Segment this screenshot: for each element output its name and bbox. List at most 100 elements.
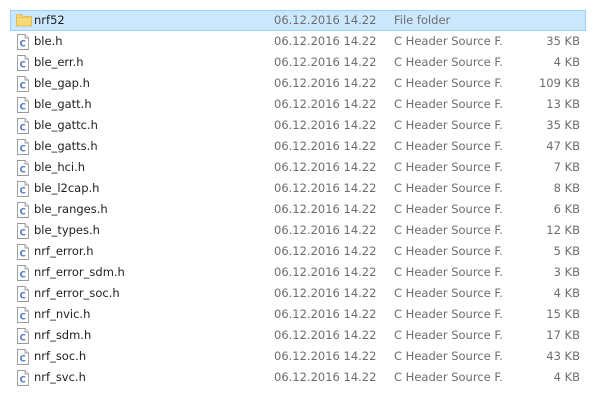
date-modified: 06.12.2016 14.22	[274, 328, 377, 342]
c-header-file-icon: C	[16, 97, 30, 113]
file-name: ble_hci.h	[34, 160, 86, 174]
c-header-file-icon: C	[16, 55, 30, 71]
file-type: C Header Source F...	[394, 307, 504, 321]
file-type: C Header Source F...	[394, 223, 504, 237]
c-header-file-icon: C	[16, 202, 30, 218]
file-row[interactable]: Cnrf_error_sdm.h 06.12.2016 14.22 C Header…	[10, 262, 586, 283]
date-modified: 06.12.2016 14.22	[274, 76, 377, 90]
file-row[interactable]: Cnrf_sdm.h 06.12.2016 14.22 C Header Sourc…	[10, 325, 586, 346]
file-type: C Header Source F...	[394, 139, 504, 153]
svg-text:C: C	[20, 270, 26, 280]
file-row[interactable]: Cble_l2cap.h 06.12.2016 14.22 C Header Sou…	[10, 178, 586, 199]
c-header-file-icon: C	[16, 307, 30, 323]
date-modified: 06.12.2016 14.22	[274, 181, 377, 195]
svg-text:C: C	[20, 354, 26, 364]
file-name: nrf_soc.h	[34, 349, 87, 363]
file-name: nrf_svc.h	[34, 370, 86, 384]
c-header-file-icon: C	[16, 139, 30, 155]
svg-text:C: C	[20, 291, 26, 301]
file-type: C Header Source F...	[394, 34, 504, 48]
date-modified: 06.12.2016 14.22	[274, 349, 377, 363]
file-name: ble_gattc.h	[34, 118, 98, 132]
file-size: 3 KB	[553, 265, 580, 279]
date-modified: 06.12.2016 14.22	[274, 307, 377, 321]
file-row[interactable]: Cble_gap.h 06.12.2016 14.22 C Header Sourc…	[10, 73, 586, 94]
date-modified: 06.12.2016 14.22	[274, 13, 377, 27]
file-name: ble_gap.h	[34, 76, 90, 90]
c-header-file-icon: C	[16, 76, 30, 92]
file-type: C Header Source F...	[394, 265, 504, 279]
file-size: 12 KB	[546, 223, 580, 237]
c-header-file-icon: C	[16, 181, 30, 197]
file-name: ble_l2cap.h	[34, 181, 100, 195]
file-size: 4 KB	[553, 370, 580, 384]
svg-text:C: C	[20, 312, 26, 322]
file-row[interactable]: Cble_gatts.h 06.12.2016 14.22 C Header Sou…	[10, 136, 586, 157]
file-type: C Header Source F...	[394, 244, 504, 258]
file-type: C Header Source F...	[394, 328, 504, 342]
date-modified: 06.12.2016 14.22	[274, 55, 377, 69]
svg-text:C: C	[20, 228, 26, 238]
file-size: 109 KB	[538, 76, 580, 90]
file-row[interactable]: Cnrf_nvic.h 06.12.2016 14.22 C Header Sour…	[10, 304, 586, 325]
file-type: C Header Source F...	[394, 97, 504, 111]
svg-text:C: C	[20, 81, 26, 91]
file-size	[507, 11, 580, 30]
c-header-file-icon: C	[16, 370, 30, 386]
svg-text:C: C	[20, 144, 26, 154]
file-row[interactable]: Cble_hci.h 06.12.2016 14.22 C Header Sourc…	[10, 157, 586, 178]
file-size: 35 KB	[546, 118, 580, 132]
file-row[interactable]: Cble_gatt.h 06.12.2016 14.22 C Header Sour…	[10, 94, 586, 115]
file-row[interactable]: Cble.h 06.12.2016 14.22 C Header Source F.…	[10, 31, 586, 52]
file-size: 6 KB	[553, 202, 580, 216]
file-row[interactable]: Cble_ranges.h 06.12.2016 14.22 C Header So…	[10, 199, 586, 220]
date-modified: 06.12.2016 14.22	[274, 97, 377, 111]
svg-text:C: C	[20, 375, 26, 385]
svg-text:C: C	[20, 249, 26, 259]
file-row[interactable]: Cble_gattc.h 06.12.2016 14.22 C Header Sou…	[10, 115, 586, 136]
file-type: C Header Source F...	[394, 202, 504, 216]
date-modified: 06.12.2016 14.22	[274, 223, 377, 237]
file-size: 15 KB	[546, 307, 580, 321]
file-type: C Header Source F...	[394, 370, 504, 384]
c-header-file-icon: C	[16, 265, 30, 281]
c-header-file-icon: C	[16, 349, 30, 365]
svg-text:C: C	[20, 207, 26, 217]
file-size: 7 KB	[553, 160, 580, 174]
file-size: 35 KB	[546, 34, 580, 48]
folder-row[interactable]: nrf52 06.12.2016 14.22 File folder	[10, 10, 586, 31]
file-size: 13 KB	[546, 97, 580, 111]
date-modified: 06.12.2016 14.22	[274, 244, 377, 258]
file-size: 47 KB	[546, 139, 580, 153]
file-row[interactable]: Cnrf_soc.h 06.12.2016 14.22 C Header Sourc…	[10, 346, 586, 367]
date-modified: 06.12.2016 14.22	[274, 139, 377, 153]
c-header-file-icon: C	[16, 160, 30, 176]
file-name: nrf_error_soc.h	[34, 286, 120, 300]
svg-text:C: C	[20, 165, 26, 175]
svg-text:C: C	[20, 123, 26, 133]
file-name: ble_gatts.h	[34, 139, 98, 153]
c-header-file-icon: C	[16, 34, 30, 50]
file-name: nrf_sdm.h	[34, 328, 92, 342]
file-type: File folder	[394, 13, 451, 27]
date-modified: 06.12.2016 14.22	[274, 265, 377, 279]
file-name: ble_gatt.h	[34, 97, 92, 111]
c-header-file-icon: C	[16, 328, 30, 344]
file-row[interactable]: Cnrf_svc.h 06.12.2016 14.22 C Header Sourc…	[10, 367, 586, 388]
svg-text:C: C	[20, 186, 26, 196]
file-size: 5 KB	[553, 244, 580, 258]
file-name: nrf_error.h	[34, 244, 94, 258]
c-header-file-icon: C	[16, 223, 30, 239]
file-list: nrf52 06.12.2016 14.22 File folder Cble.h 06…	[0, 0, 608, 404]
date-modified: 06.12.2016 14.22	[274, 160, 377, 174]
date-modified: 06.12.2016 14.22	[274, 370, 377, 384]
file-size: 17 KB	[546, 328, 580, 342]
file-name: nrf_error_sdm.h	[34, 265, 125, 279]
file-name: nrf52	[34, 13, 65, 27]
file-row[interactable]: Cble_types.h 06.12.2016 14.22 C Header Sou…	[10, 220, 586, 241]
file-row[interactable]: Cble_err.h 06.12.2016 14.22 C Header Sourc…	[10, 52, 586, 73]
file-name: ble_err.h	[34, 55, 84, 69]
file-row[interactable]: Cnrf_error.h 06.12.2016 14.22 C Header Sou…	[10, 241, 586, 262]
file-type: C Header Source F...	[394, 286, 504, 300]
file-row[interactable]: Cnrf_error_soc.h 06.12.2016 14.22 C Header…	[10, 283, 586, 304]
